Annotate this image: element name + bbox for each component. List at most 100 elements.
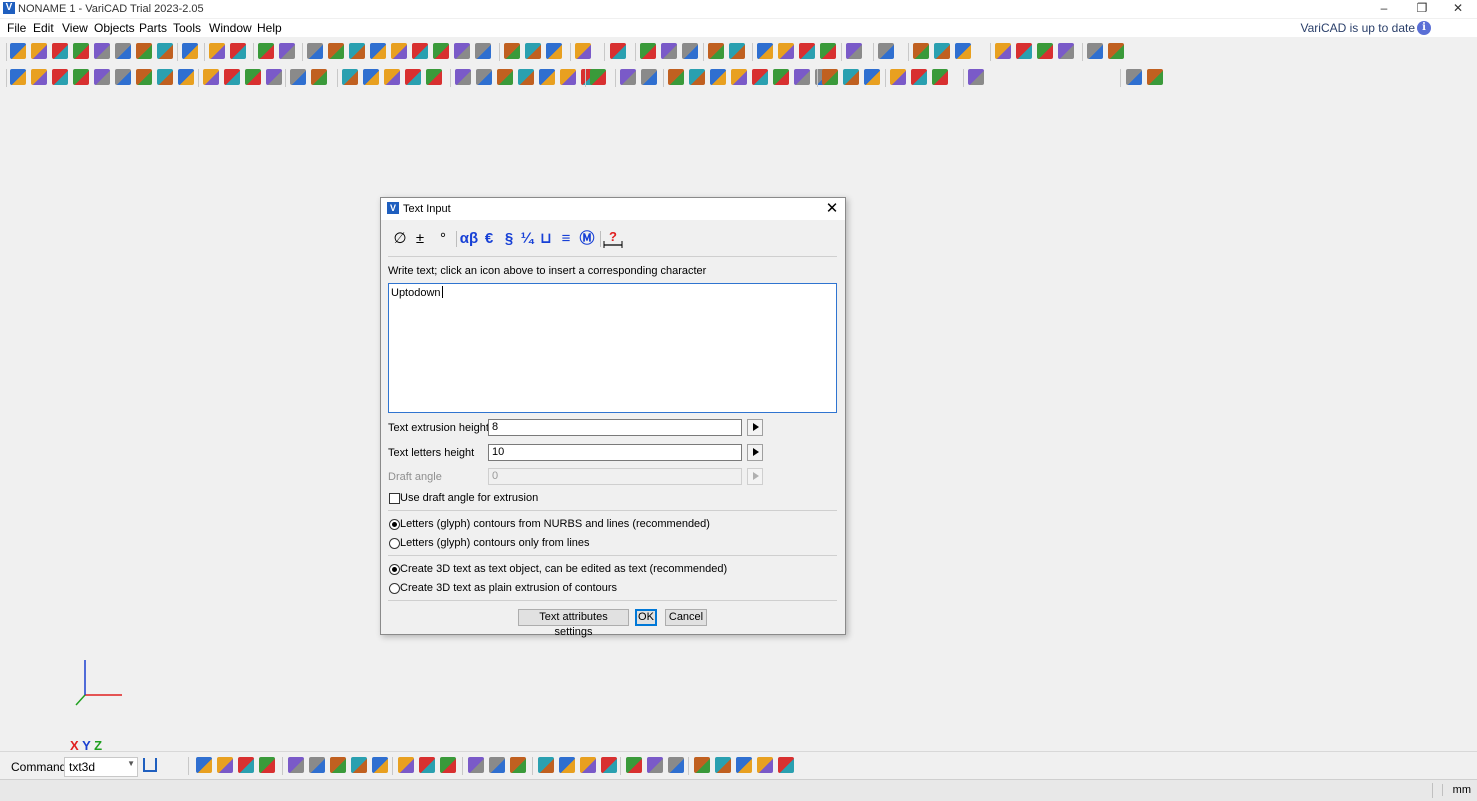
extrusion-height-arrow-button[interactable]	[747, 419, 763, 436]
nurbs-contours-radio[interactable]	[389, 519, 400, 530]
toolbar-tool-icon[interactable]	[372, 757, 388, 773]
toolbar-tool-icon[interactable]	[94, 69, 110, 85]
counterbore-symbol-button[interactable]: ⊔	[537, 228, 555, 250]
toolbar-tool-icon[interactable]	[157, 43, 173, 59]
text-input-area[interactable]: Uptodown	[388, 283, 837, 413]
toolbar-tool-icon[interactable]	[489, 757, 505, 773]
toolbar-tool-icon[interactable]	[73, 43, 89, 59]
toolbar-tool-icon[interactable]	[864, 69, 880, 85]
toolbar-tool-icon[interactable]	[115, 69, 131, 85]
toolbar-tool-icon[interactable]	[342, 69, 358, 85]
toolbar-tool-icon[interactable]	[913, 43, 929, 59]
toolbar-tool-icon[interactable]	[31, 69, 47, 85]
draft-angle-arrow-button[interactable]	[747, 468, 763, 485]
toolbar-tool-icon[interactable]	[94, 43, 110, 59]
toolbar-tool-icon[interactable]	[468, 757, 484, 773]
toolbar-tool-icon[interactable]	[525, 43, 541, 59]
toolbar-tool-icon[interactable]	[440, 757, 456, 773]
toolbar-tool-icon[interactable]	[729, 43, 745, 59]
toolbar-tool-icon[interactable]	[115, 43, 131, 59]
toolbar-tool-icon[interactable]	[1037, 43, 1053, 59]
toolbar-tool-icon[interactable]	[822, 69, 838, 85]
toolbar-tool-icon[interactable]	[518, 69, 534, 85]
toolbar-tool-icon[interactable]	[890, 69, 906, 85]
plain-extrusion-label[interactable]: Create 3D text as plain extrusion of con…	[400, 582, 617, 594]
toolbar-tool-icon[interactable]	[539, 69, 555, 85]
toolbar-tool-icon[interactable]	[955, 43, 971, 59]
use-draft-label[interactable]: Use draft angle for extrusion	[400, 492, 538, 504]
toolbar-tool-icon[interactable]	[224, 69, 240, 85]
close-window-button[interactable]: ✕	[1443, 0, 1473, 18]
toolbar-tool-icon[interactable]	[1126, 69, 1142, 85]
toolbar-tool-icon[interactable]	[328, 43, 344, 59]
section-symbol-button[interactable]: §	[500, 228, 518, 250]
toolbar-tool-icon[interactable]	[559, 757, 575, 773]
text-object-label[interactable]: Create 3D text as text object, can be ed…	[400, 563, 727, 575]
toolbar-tool-icon[interactable]	[668, 69, 684, 85]
menu-window[interactable]: Window	[209, 21, 252, 35]
fraction-symbol-button[interactable]: ¼	[517, 228, 537, 250]
toolbar-tool-icon[interactable]	[475, 43, 491, 59]
toolbar-tool-icon[interactable]	[846, 43, 862, 59]
toolbar-tool-icon[interactable]	[497, 69, 513, 85]
toolbar-tool-icon[interactable]	[682, 43, 698, 59]
degree-symbol-button[interactable]: °	[434, 228, 452, 250]
text-object-radio[interactable]	[389, 564, 400, 575]
toolbar-tool-icon[interactable]	[476, 69, 492, 85]
toolbar-tool-icon[interactable]	[843, 69, 859, 85]
toolbar-tool-icon[interactable]	[731, 69, 747, 85]
toolbar-tool-icon[interactable]	[196, 757, 212, 773]
toolbar-tool-icon[interactable]	[307, 43, 323, 59]
toolbar-tool-icon[interactable]	[349, 43, 365, 59]
toolbar-tool-icon[interactable]	[620, 69, 636, 85]
toolbar-tool-icon[interactable]	[203, 69, 219, 85]
toolbar-tool-icon[interactable]	[412, 43, 428, 59]
toolbar-tool-icon[interactable]	[689, 69, 705, 85]
letters-height-input[interactable]: 10	[488, 444, 742, 461]
toolbar-tool-icon[interactable]	[426, 69, 442, 85]
toolbar-tool-icon[interactable]	[351, 757, 367, 773]
toolbar-tool-icon[interactable]	[1016, 43, 1032, 59]
ok-button[interactable]: OK	[635, 609, 657, 626]
toolbar-tool-icon[interactable]	[136, 43, 152, 59]
draft-angle-input[interactable]: 0	[488, 468, 742, 485]
toolbar-tool-icon[interactable]	[288, 757, 304, 773]
toolbar-tool-icon[interactable]	[370, 43, 386, 59]
toolbar-tool-icon[interactable]	[178, 69, 194, 85]
toolbar-tool-icon[interactable]	[934, 43, 950, 59]
menu-tools[interactable]: Tools	[173, 21, 201, 35]
toolbar-tool-icon[interactable]	[640, 43, 656, 59]
toolbar-tool-icon[interactable]	[311, 69, 327, 85]
toolbar-tool-icon[interactable]	[290, 69, 306, 85]
close-icon[interactable]: ✕	[823, 200, 841, 218]
toolbar-tool-icon[interactable]	[794, 69, 810, 85]
toolbar-tool-icon[interactable]	[455, 69, 471, 85]
toolbar-tool-icon[interactable]	[1058, 43, 1074, 59]
toolbar-tool-icon[interactable]	[968, 69, 984, 85]
use-draft-checkbox[interactable]	[389, 493, 400, 504]
toolbar-tool-icon[interactable]	[266, 69, 282, 85]
toolbar-tool-icon[interactable]	[694, 757, 710, 773]
toolbar-tool-icon[interactable]	[773, 69, 789, 85]
toolbar-tool-icon[interactable]	[217, 757, 233, 773]
toolbar-tool-icon[interactable]	[182, 43, 198, 59]
symmetry-symbol-button[interactable]: ≡	[557, 228, 575, 250]
toolbar-tool-icon[interactable]	[641, 69, 657, 85]
lines-contours-radio[interactable]	[389, 538, 400, 549]
toolbar-tool-icon[interactable]	[259, 757, 275, 773]
toolbar-tool-icon[interactable]	[995, 43, 1011, 59]
toolbar-tool-icon[interactable]	[1147, 69, 1163, 85]
toolbar-tool-icon[interactable]	[710, 69, 726, 85]
toolbar-tool-icon[interactable]	[419, 757, 435, 773]
toolbar-tool-icon[interactable]	[647, 757, 663, 773]
lines-contours-label[interactable]: Letters (glyph) contours only from lines	[400, 537, 590, 549]
toolbar-tool-icon[interactable]	[1108, 43, 1124, 59]
letters-height-arrow-button[interactable]	[747, 444, 763, 461]
toolbar-tool-icon[interactable]	[878, 43, 894, 59]
toolbar-tool-icon[interactable]	[52, 69, 68, 85]
toolbar-tool-icon[interactable]	[820, 43, 836, 59]
menu-objects[interactable]: Objects	[94, 21, 135, 35]
info-icon[interactable]: i	[1417, 21, 1431, 35]
toolbar-tool-icon[interactable]	[932, 69, 948, 85]
nurbs-contours-label[interactable]: Letters (glyph) contours from NURBS and …	[400, 518, 710, 530]
